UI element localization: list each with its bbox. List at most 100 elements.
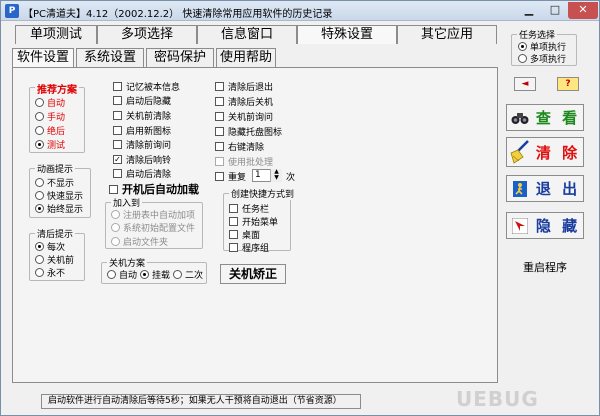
shortcut-start-menu[interactable]: 开始菜单 xyxy=(229,215,278,228)
recommend-title: 推荐方案 xyxy=(35,81,79,96)
tab-single-test[interactable]: 单项测试 xyxy=(15,25,97,44)
checkbox-icon xyxy=(215,111,224,121)
checkbox-icon xyxy=(229,242,238,252)
check-use-new-icon[interactable]: 启用新图标 xyxy=(113,124,171,137)
recommend-option-final[interactable]: 绝后 xyxy=(35,124,65,137)
checkbox-icon: ✓ xyxy=(113,154,122,164)
after-clean-option-never[interactable]: 永不 xyxy=(35,266,65,279)
hide-button[interactable]: 隐 藏 xyxy=(506,212,584,239)
check-right-click-clear[interactable]: 右键清除 xyxy=(215,140,264,153)
after-clean-option-before-shutdown[interactable]: 关机前 xyxy=(35,253,74,266)
tab-usage-help[interactable]: 使用帮助 xyxy=(216,48,276,68)
recommend-option-test[interactable]: 测试 xyxy=(35,138,65,151)
back-button[interactable]: ◄ xyxy=(514,77,536,91)
check-remember-info[interactable]: 记忆被本信息 xyxy=(113,80,180,93)
radio-icon xyxy=(140,269,149,279)
checkbox-icon xyxy=(229,203,238,213)
after-clean-title: 清后提示 xyxy=(35,227,76,240)
checkbox-icon xyxy=(109,184,118,194)
check-ask-before-shutdown[interactable]: 关机前询问 xyxy=(215,110,273,123)
shortcut-program-group[interactable]: 程序组 xyxy=(229,241,269,254)
exit-button[interactable]: 退 出 xyxy=(506,175,584,202)
tab-info-window[interactable]: 信息窗口 xyxy=(197,25,297,44)
check-ask-before-clear[interactable]: 清除前询问 xyxy=(113,138,171,151)
animation-option-none[interactable]: 不显示 xyxy=(35,176,74,189)
tab-password-protect[interactable]: 密码保护 xyxy=(146,48,214,68)
check-clear-before-shutdown[interactable]: 关机前清除 xyxy=(113,109,171,122)
checkbox-icon xyxy=(113,125,122,135)
checkbox-icon xyxy=(215,126,224,136)
radio-icon xyxy=(518,53,527,63)
checkbox-icon xyxy=(113,110,122,120)
checkbox-icon xyxy=(215,171,224,181)
checkbox-icon xyxy=(215,141,224,151)
restart-program-link[interactable]: 重启程序 xyxy=(506,259,584,275)
radio-icon xyxy=(35,139,44,149)
check-hide-tray-icon[interactable]: 隐藏托盘图标 xyxy=(215,125,282,138)
task-option-multi[interactable]: 多项执行 xyxy=(518,52,566,65)
shortcut-taskbar[interactable]: 任务栏 xyxy=(229,202,269,215)
checkbox-icon xyxy=(113,168,122,178)
check-hide-after-start[interactable]: 启动后隐藏 xyxy=(113,94,171,107)
window-title: 【PC清道夫】4.12（2002.12.2） 快速清除常用应用软件的历史记录 xyxy=(23,9,333,20)
arrow-down-right-icon xyxy=(507,214,533,238)
tab-software-settings[interactable]: 软件设置 xyxy=(12,48,74,68)
animation-option-always[interactable]: 始终显示 xyxy=(35,202,83,215)
check-exit-after-clear[interactable]: 清除后退出 xyxy=(215,80,273,93)
radio-icon xyxy=(518,41,527,51)
autorun-option-sysconfig[interactable]: 系统初始配置文件 xyxy=(111,221,195,234)
checkbox-icon xyxy=(215,96,224,106)
binoculars-icon xyxy=(507,106,533,130)
close-button[interactable]: ✕ xyxy=(568,2,598,19)
view-button-label: 查 看 xyxy=(535,109,581,127)
radio-icon xyxy=(173,269,182,279)
tab-multi-select[interactable]: 多项选择 xyxy=(97,25,197,44)
recommend-option-auto[interactable]: 自动 xyxy=(35,96,65,109)
autorun-option-registry[interactable]: 注册表中自动加项 xyxy=(111,208,195,221)
exit-button-label: 退 出 xyxy=(535,180,581,198)
broom-icon xyxy=(507,140,533,164)
check-ring-after-clear[interactable]: ✓ 清除后响铃 xyxy=(113,153,171,166)
autorun-option-startup-folder[interactable]: 启动文件夹 xyxy=(111,235,168,248)
radio-icon xyxy=(35,125,44,135)
radio-icon xyxy=(107,269,116,279)
check-autorun[interactable]: 开机后自动加载 xyxy=(109,183,199,196)
check-shutdown-after-clear[interactable]: 清除后关机 xyxy=(215,95,273,108)
checkbox-icon xyxy=(113,81,122,91)
radio-icon xyxy=(35,241,44,251)
repeat-spinner-icon[interactable]: ▲ ▼ xyxy=(270,169,282,182)
tab-other-apps[interactable]: 其它应用 xyxy=(397,25,497,44)
exit-door-icon xyxy=(507,177,533,201)
tab-system-settings[interactable]: 系统设置 xyxy=(76,48,144,68)
shutdown-option-twice[interactable]: 二次 xyxy=(173,268,203,281)
minimize-button[interactable]: ▁ xyxy=(516,2,542,19)
shutdown-option-mount[interactable]: 挂载 xyxy=(140,268,170,281)
animation-option-fast[interactable]: 快速显示 xyxy=(35,189,83,202)
task-option-single[interactable]: 单项执行 xyxy=(518,40,566,53)
shutdown-fix-button[interactable]: 关机矫正 xyxy=(220,264,286,284)
radio-icon xyxy=(35,267,44,277)
shortcut-desktop[interactable]: 桌面 xyxy=(229,228,260,241)
after-clean-option-every[interactable]: 每次 xyxy=(35,240,65,253)
animation-title: 动画提示 xyxy=(35,162,76,175)
title-bar[interactable]: P 【PC清道夫】4.12（2002.12.2） 快速清除常用应用软件的历史记录… xyxy=(1,1,599,21)
checkbox-icon xyxy=(113,95,122,105)
check-repeat[interactable]: 重复 xyxy=(215,170,246,183)
recommend-option-manual[interactable]: 手动 xyxy=(35,110,65,123)
checkbox-icon xyxy=(215,156,224,166)
repeat-unit: 次 xyxy=(286,172,296,183)
shortcut-title: 创建快捷方式到 xyxy=(229,187,297,200)
tab-special-settings[interactable]: 特殊设置 xyxy=(297,25,397,44)
radio-icon xyxy=(111,209,120,219)
check-clear-after-start[interactable]: 启动后清除 xyxy=(113,167,171,180)
checkbox-icon xyxy=(229,216,238,226)
shutdown-option-auto[interactable]: 自动 xyxy=(107,268,137,281)
radio-icon xyxy=(35,111,44,121)
hide-button-label: 隐 藏 xyxy=(535,217,581,235)
clear-button[interactable]: 清 除 xyxy=(506,137,584,167)
help-button[interactable]: ? xyxy=(557,77,579,91)
view-button[interactable]: 查 看 xyxy=(506,104,584,131)
maximize-button[interactable]: □ xyxy=(542,2,568,19)
app-icon: P xyxy=(5,4,19,18)
check-use-batch[interactable]: 使用批处理 xyxy=(215,155,273,168)
